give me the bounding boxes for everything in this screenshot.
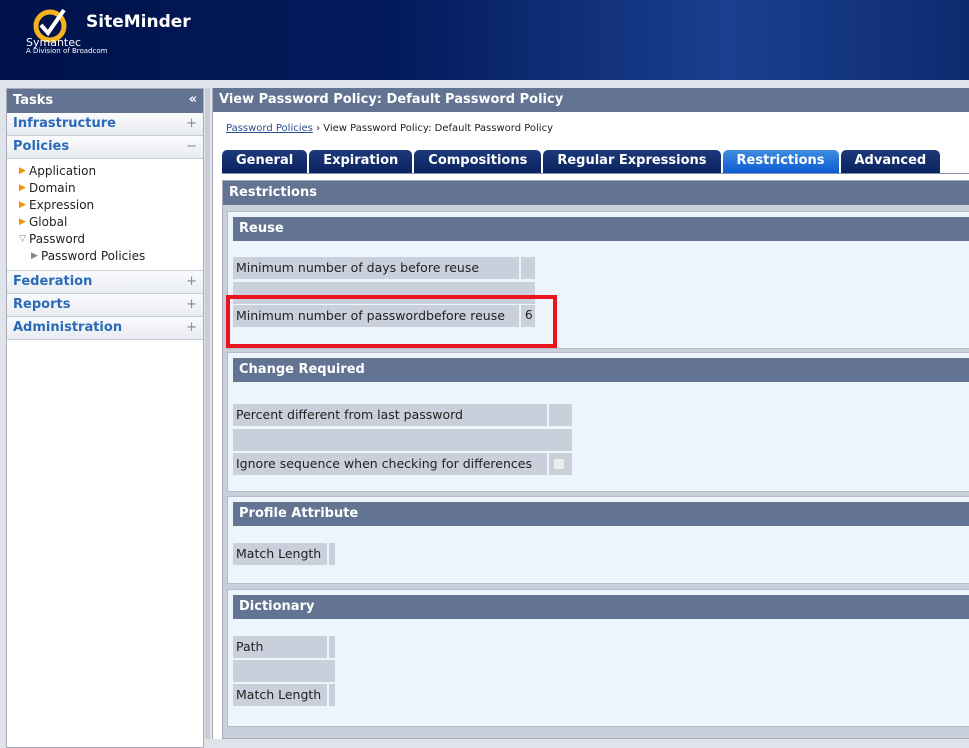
tab-bar: General Expiration Compositions Regular …	[222, 150, 969, 174]
section-label: Administration	[13, 320, 123, 335]
expand-icon[interactable]: +	[186, 297, 197, 312]
tree-item-application[interactable]: ▶ Application	[7, 162, 203, 179]
tab-general[interactable]: General	[222, 150, 308, 173]
highlight-annotation	[226, 295, 557, 348]
spacer-row	[233, 429, 572, 451]
field-label: Ignore sequence when checking for differ…	[233, 453, 547, 475]
caret-right-icon: ▶	[19, 199, 26, 210]
policies-tree: ▶ Application ▶ Domain ▶ Expression ▶ Global…	[7, 159, 203, 271]
tree-label: Application	[29, 163, 97, 178]
section-title: Restrictions	[223, 181, 969, 205]
checkbox-cell	[549, 453, 572, 475]
dictionary-header: Dictionary	[233, 595, 969, 619]
spacer-row	[233, 660, 335, 682]
breadcrumb-current: View Password Policy: Default Password P…	[323, 123, 554, 134]
dictionary-match-length-value	[329, 684, 335, 706]
restrictions-section: Restrictions Reuse Minimum number of day…	[222, 180, 969, 739]
tree-label: Password	[29, 231, 86, 246]
brand-subtitle: A Division of Broadcom	[26, 47, 108, 55]
tree-label: Domain	[29, 180, 76, 195]
reuse-header: Reuse	[233, 217, 969, 241]
tab-compositions[interactable]: Compositions	[414, 150, 542, 173]
sidebar-item-policies[interactable]: Policies −	[7, 136, 203, 159]
section-label: Infrastructure	[13, 116, 116, 131]
dictionary-match-length-row: Match Length	[233, 684, 335, 706]
change-required-header: Change Required	[233, 358, 969, 382]
breadcrumb: Password Policies › View Password Policy…	[226, 123, 553, 134]
percent-different-value	[549, 404, 572, 426]
caret-right-icon: ▶	[19, 216, 26, 227]
ignore-sequence-row: Ignore sequence when checking for differ…	[233, 453, 572, 475]
sidebar-item-infrastructure[interactable]: Infrastructure +	[7, 113, 203, 136]
breadcrumb-link-password-policies[interactable]: Password Policies	[226, 123, 313, 134]
sidebar-item-administration[interactable]: Administration +	[7, 317, 203, 340]
section-label: Federation	[13, 274, 93, 289]
caret-right-icon: ▶	[19, 165, 26, 176]
change-required-panel: Change Required Percent different from l…	[227, 352, 969, 492]
sidebar-item-federation[interactable]: Federation +	[7, 271, 203, 294]
tree-item-domain[interactable]: ▶ Domain	[7, 179, 203, 196]
field-label: Minimum number of days before reuse	[233, 257, 519, 279]
tree-label: Expression	[29, 197, 95, 212]
section-label: Policies	[13, 139, 70, 154]
days-before-reuse-row: Minimum number of days before reuse	[233, 257, 535, 279]
tasks-title: Tasks	[13, 93, 54, 108]
expand-icon[interactable]: +	[186, 320, 197, 335]
collapse-icon[interactable]: «	[189, 92, 197, 107]
profile-match-length-value	[329, 543, 335, 565]
page-title: View Password Policy: Default Password P…	[213, 88, 969, 112]
dictionary-path-value	[329, 636, 335, 658]
tab-expiration[interactable]: Expiration	[309, 150, 413, 173]
tasks-header: Tasks «	[7, 89, 203, 113]
app-header: Symantec A Division of Broadcom SiteMind…	[0, 0, 969, 80]
profile-match-length-row: Match Length	[233, 543, 335, 565]
dictionary-path-row: Path	[233, 636, 335, 658]
tab-regular-expressions[interactable]: Regular Expressions	[543, 150, 721, 173]
profile-attribute-panel: Profile Attribute Match Length	[227, 496, 969, 584]
breadcrumb-separator: ›	[316, 123, 321, 134]
dictionary-panel: Dictionary Path Match Length	[227, 589, 969, 727]
app-title: SiteMinder	[86, 12, 191, 32]
days-before-reuse-value	[521, 257, 535, 279]
profile-attribute-header: Profile Attribute	[233, 502, 969, 526]
field-label: Match Length	[233, 543, 327, 565]
caret-down-icon: ▽	[19, 233, 26, 244]
main-content: View Password Policy: Default Password P…	[212, 88, 969, 739]
collapse-section-icon[interactable]: −	[186, 139, 197, 154]
field-label: Percent different from last password	[233, 404, 547, 426]
tab-restrictions[interactable]: Restrictions	[722, 150, 839, 173]
tasks-sidebar: Tasks « Infrastructure + Policies − ▶ Applic…	[6, 88, 204, 748]
tab-advanced[interactable]: Advanced	[840, 150, 941, 173]
tree-item-expression[interactable]: ▶ Expression	[7, 196, 203, 213]
expand-icon[interactable]: +	[186, 116, 197, 131]
expand-icon[interactable]: +	[186, 274, 197, 289]
splitter[interactable]	[205, 88, 210, 739]
field-label: Match Length	[233, 684, 327, 706]
tree-item-global[interactable]: ▶ Global	[7, 213, 203, 230]
section-label: Reports	[13, 297, 71, 312]
ignore-sequence-checkbox[interactable]	[553, 458, 565, 470]
tree-item-password[interactable]: ▽ Password	[7, 230, 203, 247]
percent-different-row: Percent different from last password	[233, 404, 572, 426]
sidebar-item-reports[interactable]: Reports +	[7, 294, 203, 317]
tree-item-password-policies[interactable]: ▶ Password Policies	[7, 247, 203, 264]
caret-right-icon: ▶	[31, 250, 38, 261]
tree-label: Password Policies	[41, 248, 146, 263]
caret-right-icon: ▶	[19, 182, 26, 193]
tree-label: Global	[29, 214, 68, 229]
field-label: Path	[233, 636, 327, 658]
